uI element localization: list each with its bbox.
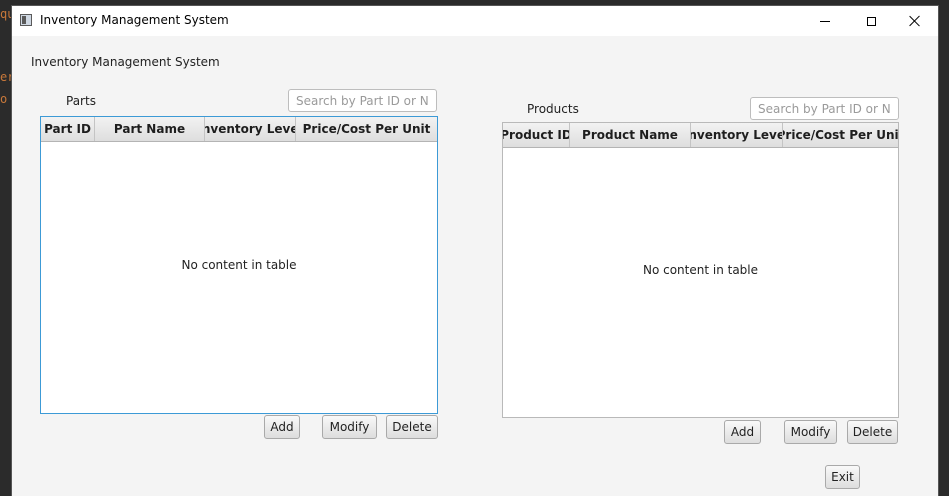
app-icon	[20, 14, 32, 26]
parts-column-header[interactable]: Part ID	[41, 117, 95, 141]
products-table-header: Product ID Product Name Inventory Level …	[503, 123, 898, 148]
products-column-header[interactable]: Product Name	[570, 123, 691, 147]
products-column-header[interactable]: Inventory Level	[691, 123, 783, 147]
parts-add-button[interactable]: Add	[264, 415, 300, 439]
minimize-button[interactable]	[802, 6, 848, 36]
products-column-header[interactable]: Product ID	[503, 123, 570, 147]
parts-column-header[interactable]: Price/Cost Per Unit	[296, 117, 437, 141]
exit-button[interactable]: Exit	[825, 465, 860, 489]
maximize-icon	[866, 16, 876, 26]
products-search-input[interactable]	[750, 97, 899, 120]
parts-delete-button[interactable]: Delete	[386, 415, 438, 439]
close-icon	[909, 15, 921, 27]
products-delete-button[interactable]: Delete	[847, 420, 898, 444]
parts-label: Parts	[66, 94, 96, 108]
window-title: Inventory Management System	[40, 13, 229, 27]
minimize-icon	[820, 20, 830, 22]
products-modify-button[interactable]: Modify	[784, 420, 837, 444]
parts-modify-button[interactable]: Modify	[322, 415, 377, 439]
parts-table[interactable]: Part ID Part Name Inventory Level Price/…	[40, 116, 438, 414]
background-editor-text-3: o	[0, 92, 8, 106]
parts-empty-message: No content in table	[181, 258, 297, 272]
parts-column-header[interactable]: Part Name	[95, 117, 205, 141]
products-table[interactable]: Product ID Product Name Inventory Level …	[502, 122, 899, 418]
parts-column-header[interactable]: Inventory Level	[205, 117, 296, 141]
title-bar[interactable]: Inventory Management System	[12, 6, 938, 36]
parts-table-header: Part ID Part Name Inventory Level Price/…	[41, 117, 437, 142]
products-empty-message: No content in table	[642, 263, 759, 277]
products-add-button[interactable]: Add	[724, 420, 761, 444]
app-window: Inventory Management System Inventory Ma…	[12, 6, 938, 496]
page-title: Inventory Management System	[31, 55, 220, 69]
close-button[interactable]	[892, 6, 938, 36]
maximize-button[interactable]	[848, 6, 894, 36]
products-label: Products	[527, 102, 579, 116]
products-column-header[interactable]: Price/Cost Per Unit	[783, 123, 898, 147]
parts-search-input[interactable]	[288, 89, 437, 112]
